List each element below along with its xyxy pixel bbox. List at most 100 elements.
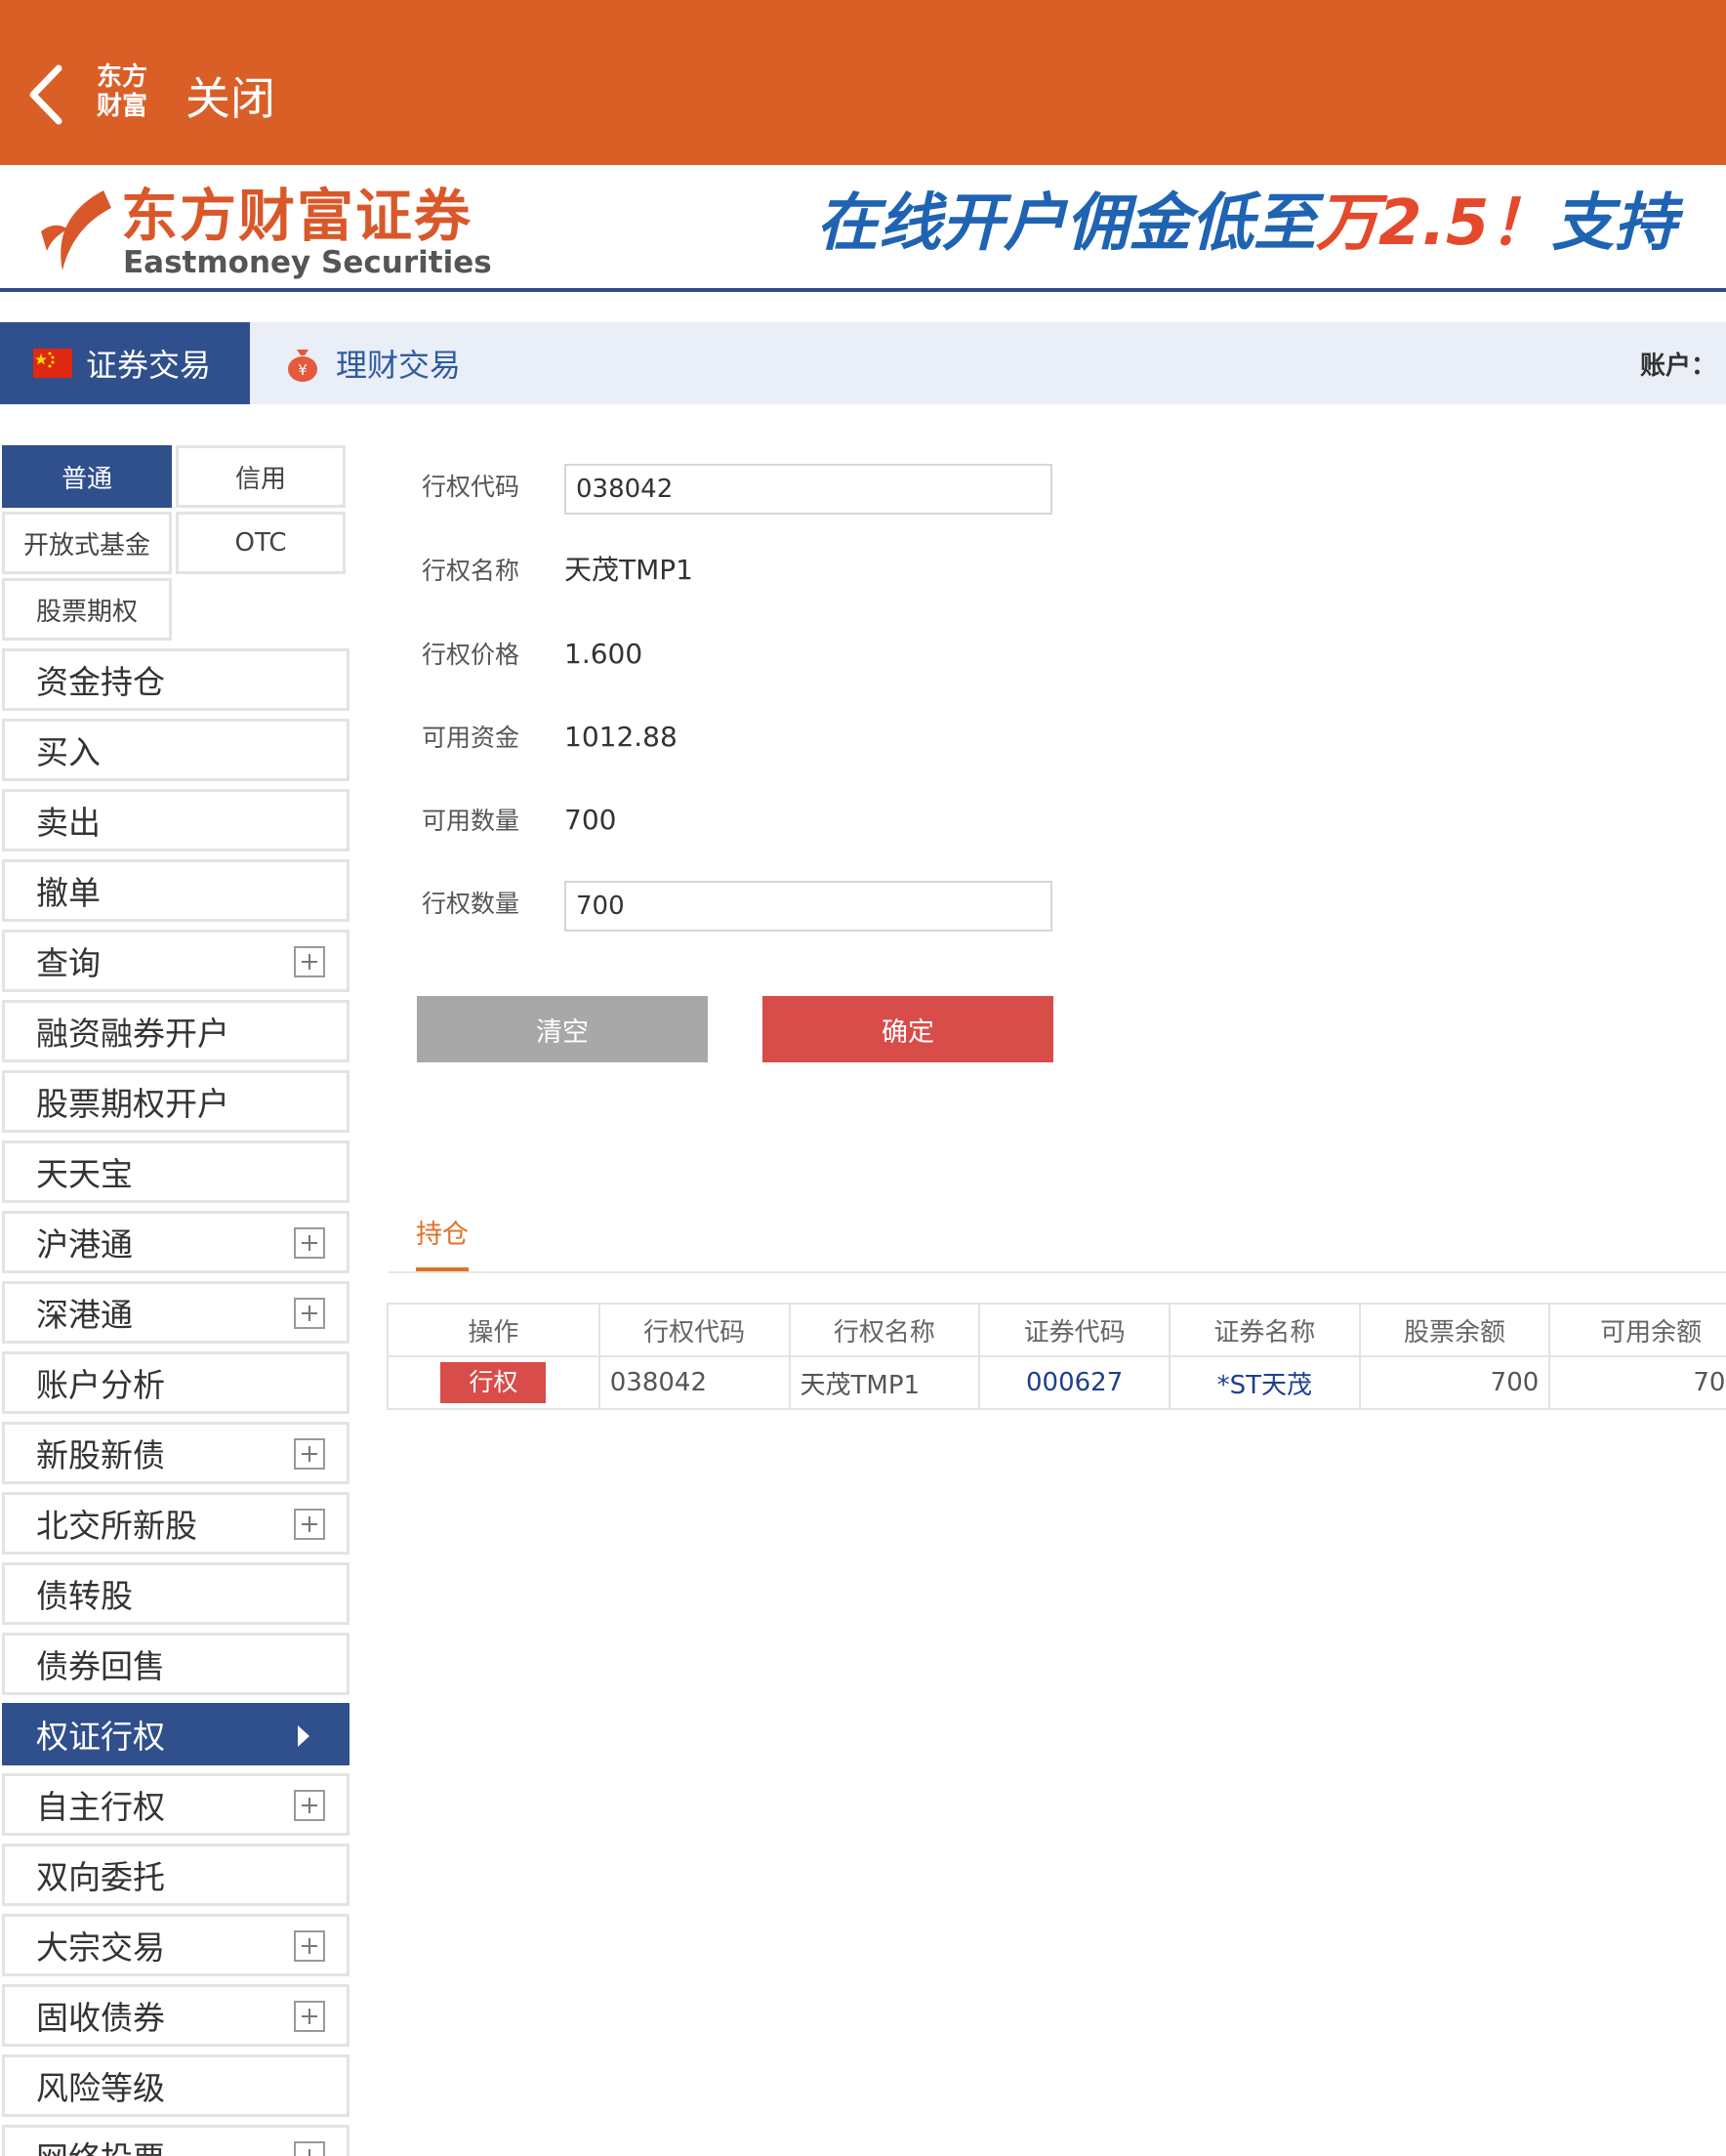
sidebar-item-label: 深港通 — [36, 1296, 133, 1334]
sidebar-item-bond-putback[interactable]: 债券回售 — [2, 1633, 349, 1695]
sidebar-item-label: 网络投票 — [36, 2133, 165, 2156]
confirm-button[interactable]: 确定 — [762, 996, 1053, 1062]
caret-right-icon — [298, 1725, 309, 1747]
sidebar-item-label: 融资融券开户 — [36, 1015, 229, 1053]
tab-wealth-trading[interactable]: ¥ 理财交易 — [279, 322, 461, 404]
available-qty-label: 可用数量 — [422, 807, 520, 835]
expand-plus-icon[interactable] — [294, 1227, 325, 1259]
exercise-code-input[interactable] — [564, 464, 1052, 515]
table-header-row: 操作 行权代码 行权名称 证券代码 证券名称 股票余额 可用余额 — [387, 1303, 1726, 1357]
sidebar-item-shenzhen-hk[interactable]: 深港通 — [2, 1281, 349, 1344]
available-qty-value: 700 — [564, 804, 617, 836]
brand-name-en: Eastmoney Securities — [123, 245, 492, 280]
slogan-text: 在线开户佣金低至 — [816, 187, 1316, 260]
sidebar-item-buy[interactable]: 买入 — [2, 719, 349, 781]
sidebar-item-label: 风险等级 — [36, 2069, 165, 2107]
sidebar-item-tiantianbao[interactable]: 天天宝 — [2, 1140, 349, 1203]
available-balance-cell: 700 — [1548, 1355, 1726, 1410]
security-code-link[interactable]: 000627 — [978, 1355, 1171, 1410]
sidebar-item-fixed-income[interactable]: 固收债券 — [2, 1984, 349, 2047]
expand-plus-icon[interactable] — [294, 1438, 325, 1470]
expand-plus-icon[interactable] — [294, 2141, 325, 2156]
close-button[interactable]: 关闭 — [185, 72, 275, 125]
mode-otc[interactable]: OTC — [176, 512, 346, 574]
app-header-bar: 东方财富 关闭 — [0, 0, 1726, 165]
sidebar-item-label: 查询 — [36, 944, 101, 982]
sidebar-item-block-trade[interactable]: 大宗交易 — [2, 1914, 349, 1976]
sidebar-item-online-voting[interactable]: 网络投票 — [2, 2125, 349, 2156]
promo-slogan[interactable]: 在线开户佣金低至万2.5！支持 — [816, 187, 1676, 261]
security-name-link[interactable]: *ST天茂 — [1169, 1355, 1361, 1410]
expand-plus-icon[interactable] — [294, 946, 325, 977]
available-funds-value: 1012.88 — [564, 721, 678, 753]
column-header: 证券名称 — [1169, 1303, 1361, 1357]
app-logo: 东方财富 — [96, 62, 147, 121]
tab-label: 理财交易 — [336, 347, 462, 384]
brand-name-cn: 东方财富证券 — [121, 183, 473, 249]
sidebar-item-label: 撤单 — [36, 874, 101, 912]
sidebar-item-cancel-order[interactable]: 撤单 — [2, 859, 349, 922]
sidebar-item-label: 资金持仓 — [36, 663, 165, 701]
exercise-price-label: 行权价格 — [422, 641, 520, 669]
expand-plus-icon[interactable] — [294, 1509, 325, 1540]
exercise-code-cell: 038042 — [597, 1355, 791, 1410]
tab-label: 证券交易 — [86, 347, 212, 384]
column-header: 行权名称 — [788, 1303, 981, 1357]
column-header: 可用余额 — [1548, 1303, 1726, 1357]
account-label: 账户： — [1639, 352, 1716, 381]
mode-normal[interactable]: 普通 — [2, 445, 172, 508]
tab-securities-trading[interactable]: 证券交易 — [0, 322, 250, 404]
brand-logo-icon — [41, 190, 111, 270]
sidebar-item-warrant-exercise[interactable]: 权证行权 — [2, 1703, 349, 1765]
expand-plus-icon[interactable] — [294, 1790, 325, 1821]
sidebar-item-risk-level[interactable]: 风险等级 — [2, 2054, 349, 2117]
main-nav: 证券交易 ¥ 理财交易 账户： — [0, 322, 1726, 404]
sidebar-item-label: 天天宝 — [36, 1155, 133, 1193]
expand-plus-icon[interactable] — [294, 2001, 325, 2032]
exercise-price-value: 1.600 — [564, 638, 643, 670]
available-funds-label: 可用资金 — [422, 724, 520, 752]
sidebar-item-funds-positions[interactable]: 资金持仓 — [2, 648, 349, 711]
expand-plus-icon[interactable] — [294, 1298, 325, 1329]
sidebar-item-label: 北交所新股 — [36, 1507, 197, 1545]
column-header: 行权代码 — [597, 1303, 791, 1357]
sidebar-item-account-analysis[interactable]: 账户分析 — [2, 1351, 349, 1414]
svg-text:¥: ¥ — [298, 361, 308, 379]
mode-open-fund[interactable]: 开放式基金 — [2, 512, 172, 574]
sidebar-item-margin-account[interactable]: 融资融券开户 — [2, 1000, 349, 1062]
sidebar-item-label: 买入 — [36, 733, 101, 771]
sidebar-item-option-account[interactable]: 股票期权开户 — [2, 1070, 349, 1133]
clear-button[interactable]: 清空 — [417, 996, 708, 1062]
sidebar-item-label: 自主行权 — [36, 1788, 165, 1826]
sidebar-item-sell[interactable]: 卖出 — [2, 789, 349, 851]
china-flag-icon — [33, 349, 72, 378]
column-header: 股票余额 — [1358, 1303, 1551, 1357]
sidebar-item-label: 账户分析 — [36, 1366, 165, 1404]
sidebar-item-label: 双向委托 — [36, 1858, 165, 1896]
slogan-highlight: 万2.5！ — [1316, 187, 1552, 260]
back-arrow-icon[interactable] — [21, 61, 70, 129]
sidebar-item-shanghai-hk[interactable]: 沪港通 — [2, 1211, 349, 1273]
sidebar-item-label: 权证行权 — [36, 1718, 165, 1756]
tab-holdings[interactable]: 持仓 — [416, 1213, 469, 1251]
sidebar-item-label: 债券回售 — [36, 1647, 165, 1685]
exercise-row-button[interactable]: 行权 — [440, 1362, 547, 1403]
sidebar-item-bse-ipo[interactable]: 北交所新股 — [2, 1492, 349, 1555]
section-divider — [389, 1271, 1726, 1273]
sidebar-item-query[interactable]: 查询 — [2, 930, 349, 992]
exercise-name-value: 天茂TMP1 — [564, 554, 693, 586]
mode-credit[interactable]: 信用 — [176, 445, 346, 508]
sidebar-item-ipo[interactable]: 新股新债 — [2, 1422, 349, 1484]
mode-stock-option[interactable]: 股票期权 — [2, 578, 172, 641]
sidebar-item-debt-to-equity[interactable]: 债转股 — [2, 1562, 349, 1625]
sidebar-item-two-way-order[interactable]: 双向委托 — [2, 1844, 349, 1906]
stock-balance-cell: 700 — [1358, 1355, 1551, 1410]
slogan-tail: 支持 — [1551, 187, 1677, 260]
status-bar-fragment — [39, 0, 332, 8]
expand-plus-icon[interactable] — [294, 1930, 325, 1962]
column-header: 操作 — [387, 1303, 600, 1357]
op-cell: 行权 — [387, 1355, 600, 1410]
exercise-qty-input[interactable] — [564, 881, 1052, 932]
sidebar-item-self-exercise[interactable]: 自主行权 — [2, 1773, 349, 1836]
exercise-qty-label: 行权数量 — [422, 890, 520, 918]
